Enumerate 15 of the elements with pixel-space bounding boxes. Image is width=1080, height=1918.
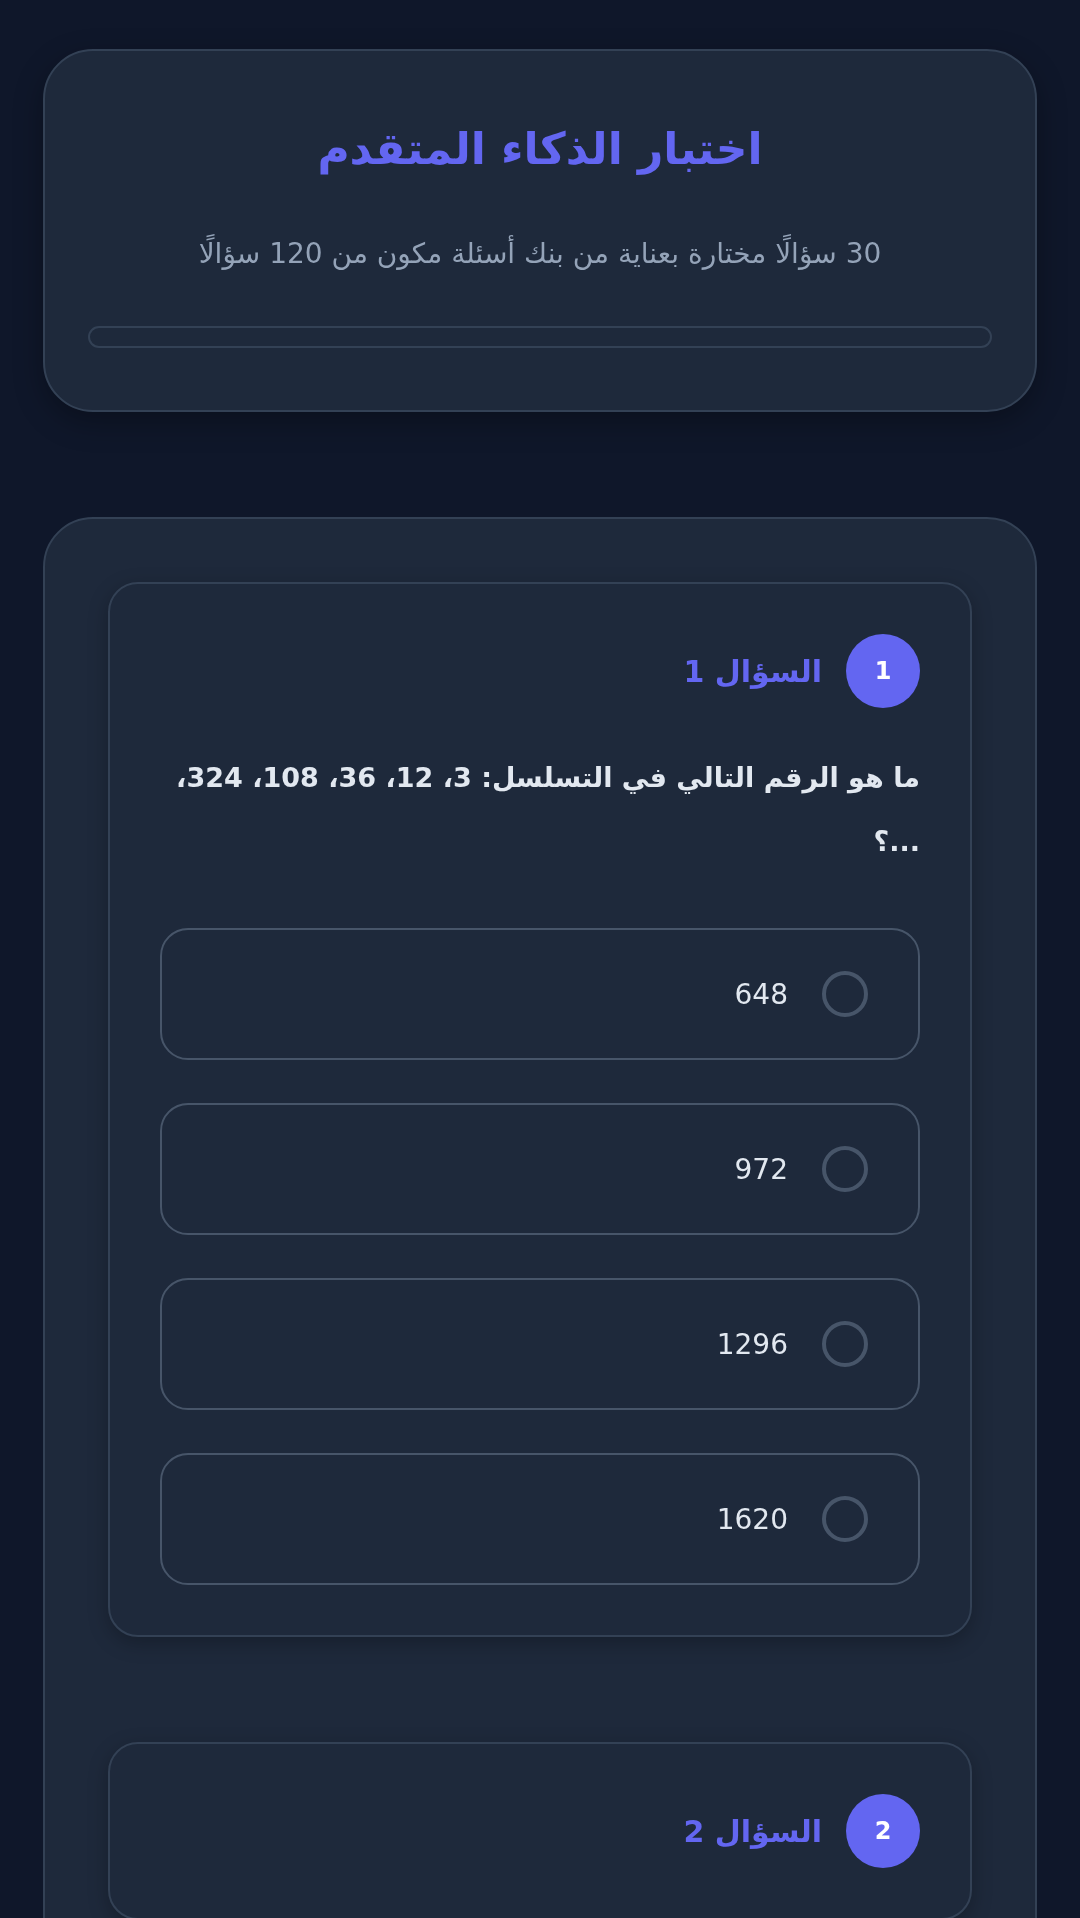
answer-option[interactable]: 972 [160,1103,920,1235]
quiz-subtitle: 30 سؤالًا مختارة بعناية من بنك أسئلة مكون من 120 سؤالًا [88,234,992,274]
quiz-title: اختبار الذكاء المتقدم [316,122,764,177]
question-number-badge: 2 [846,1794,920,1868]
radio-button[interactable] [822,971,868,1017]
question-text: ما هو الرقم التالي في التسلسل: 3، 12، 36، 108، 324، ...؟ [175,761,920,859]
answer-option[interactable]: 1620 [160,1453,920,1585]
question-label: السؤال 2 [683,1813,822,1849]
question-number-badge: 1 [846,634,920,708]
question-label: السؤال 1 [683,653,822,689]
answer-option[interactable]: 648 [160,928,920,1060]
radio-button[interactable] [822,1146,868,1192]
answer-option[interactable]: 1296 [160,1278,920,1410]
radio-button[interactable] [822,1496,868,1542]
radio-button[interactable] [822,1321,868,1367]
